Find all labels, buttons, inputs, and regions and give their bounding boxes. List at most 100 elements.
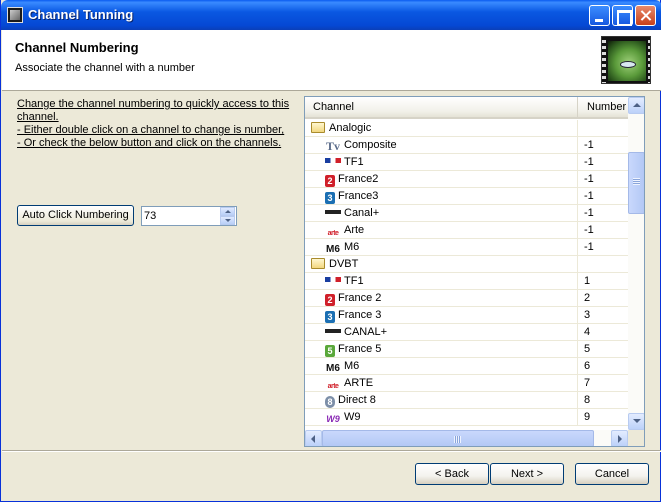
list-group-row[interactable]: DVBT: [305, 256, 628, 273]
list-item[interactable]: Direct 8 8: [305, 392, 628, 409]
next-button[interactable]: Next >: [490, 463, 564, 485]
wizard-window: Channel Tunning Channel Numbering Associ…: [0, 0, 661, 502]
list-item[interactable]: TF1 1: [305, 273, 628, 290]
channel-name: M6: [344, 360, 360, 372]
channel-cell: CANAL+: [305, 324, 578, 341]
channel-cell: TF1: [305, 273, 578, 290]
list-item[interactable]: TF1 -1: [305, 154, 628, 171]
channel-cell: M6: [305, 358, 578, 375]
channel-number: -1: [584, 156, 594, 168]
channel-number: -1: [584, 139, 594, 151]
channel-name: W9: [344, 411, 361, 423]
channel-name: France 3: [338, 309, 382, 321]
channel-cell: W9: [305, 409, 578, 426]
list-item[interactable]: Composite -1: [305, 137, 628, 154]
channel-cell: M6: [305, 239, 578, 256]
channel-name: France3: [338, 190, 379, 202]
m6-logo-icon: [325, 244, 341, 256]
footer-separator: [2, 450, 661, 452]
channel-number: 4: [584, 326, 591, 338]
spin-down-icon[interactable]: [220, 216, 235, 225]
back-button[interactable]: < Back: [415, 463, 489, 485]
instructions-line: Change the channel numbering to quickly …: [17, 98, 290, 110]
number-input[interactable]: [144, 208, 218, 224]
channel-cell: Analogic: [305, 120, 578, 137]
scroll-left-icon[interactable]: [305, 430, 322, 446]
m6-logo-icon: [325, 363, 341, 375]
france3-logo-icon: [325, 311, 335, 323]
auto-click-numbering-button[interactable]: Auto Click Numbering: [17, 205, 134, 226]
tv-icon: [325, 140, 341, 152]
w9-logo-icon: [325, 413, 341, 425]
page-subtitle: Associate the channel with a number: [15, 62, 195, 74]
channel-name: Direct 8: [338, 394, 376, 406]
instructions-line: - Or check the below button and click on…: [17, 137, 282, 149]
france2-logo-icon: [325, 294, 335, 306]
channel-cell: Composite: [305, 137, 578, 154]
list-item[interactable]: Canal+ -1: [305, 205, 628, 222]
list-item[interactable]: M6 6: [305, 358, 628, 375]
spin-up-icon[interactable]: [220, 207, 235, 216]
scroll-right-icon[interactable]: [611, 430, 628, 446]
channel-name: France 2: [338, 292, 382, 304]
channel-number: 6: [584, 360, 591, 372]
logo-eye: [620, 61, 636, 68]
column-header-number[interactable]: Number: [578, 97, 628, 117]
channel-cell: DVBT: [305, 256, 578, 273]
channel-name: Analogic: [329, 122, 372, 134]
list-item[interactable]: CANAL+ 4: [305, 324, 628, 341]
horizontal-scroll-thumb[interactable]: [322, 430, 594, 446]
list-item[interactable]: France2 -1: [305, 171, 628, 188]
list-item[interactable]: ARTE 7: [305, 375, 628, 392]
app-icon: [7, 7, 23, 23]
list-item[interactable]: France 3 3: [305, 307, 628, 324]
instructions-line: channel.: [17, 111, 59, 123]
france2-logo-icon: [325, 175, 335, 187]
list-item[interactable]: Arte -1: [305, 222, 628, 239]
folder-icon: [311, 258, 325, 269]
instructions-line: - Either double click on a channel to ch…: [17, 124, 285, 136]
tf1-logo-icon: [325, 158, 341, 163]
list-item[interactable]: France3 -1: [305, 188, 628, 205]
channel-number: -1: [584, 241, 594, 253]
channel-list: Channel Number AnalogicComposite-1TF1-1F…: [304, 96, 645, 447]
column-header-channel[interactable]: Channel: [305, 97, 578, 117]
channel-number: 7: [584, 377, 591, 389]
scroll-down-icon[interactable]: [628, 413, 644, 430]
channel-cell: Direct 8: [305, 392, 578, 409]
cancel-button[interactable]: Cancel: [575, 463, 649, 485]
wizard-header: Channel Numbering Associate the channel …: [2, 30, 661, 91]
list-group-row[interactable]: Analogic: [305, 120, 628, 137]
vertical-scrollbar[interactable]: [628, 97, 644, 430]
instructions-text: Change the channel numbering to quickly …: [17, 98, 297, 150]
channel-cell: TF1: [305, 154, 578, 171]
list-item[interactable]: M6 -1: [305, 239, 628, 256]
channel-cell: France 2: [305, 290, 578, 307]
close-button[interactable]: [635, 5, 656, 26]
list-item[interactable]: France 5 5: [305, 341, 628, 358]
canal-plus-logo-icon: [325, 329, 341, 333]
window-title: Channel Tunning: [28, 7, 134, 22]
maximize-button[interactable]: [612, 5, 633, 26]
channel-name: DVBT: [329, 258, 359, 270]
scroll-up-icon[interactable]: [628, 97, 644, 114]
vertical-scroll-thumb[interactable]: [628, 152, 644, 214]
channel-name: France2: [338, 173, 379, 185]
list-item[interactable]: W9 9: [305, 409, 628, 426]
france3-logo-icon: [325, 192, 335, 204]
channel-cell: France 3: [305, 307, 578, 324]
horizontal-scrollbar[interactable]: [305, 430, 628, 446]
channel-name: Composite: [344, 139, 397, 151]
list-item[interactable]: France 2 2: [305, 290, 628, 307]
film-sprocket-left: [602, 37, 606, 83]
channel-number: -1: [584, 190, 594, 202]
channel-name: TF1: [344, 275, 364, 287]
minimize-button[interactable]: [589, 5, 610, 26]
channel-number: 9: [584, 411, 591, 423]
france5-logo-icon: [325, 345, 335, 357]
channel-name: France 5: [338, 343, 382, 355]
title-bar[interactable]: Channel Tunning: [1, 0, 661, 30]
channel-number: 3: [584, 309, 591, 321]
channel-cell: France3: [305, 188, 578, 205]
channel-cell: France 5: [305, 341, 578, 358]
